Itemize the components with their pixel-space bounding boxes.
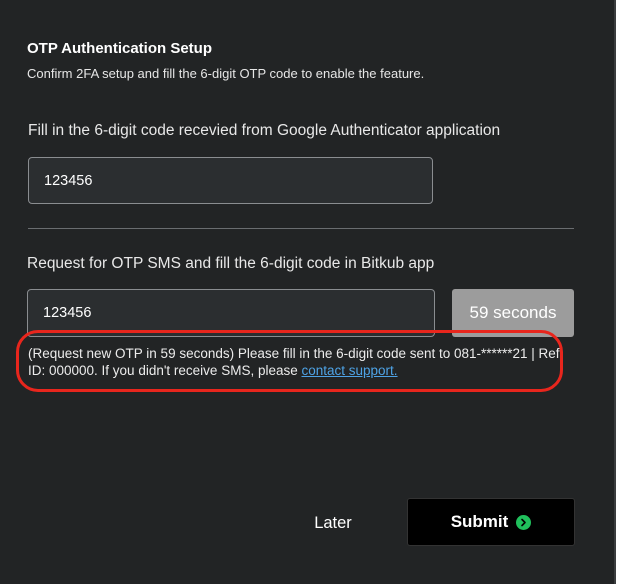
submit-label: Submit bbox=[450, 512, 509, 531]
sms-otp-label: Request for OTP SMS and fill the 6-digit… bbox=[27, 255, 435, 272]
google-auth-code-input[interactable]: 123456 bbox=[28, 157, 433, 204]
google-auth-code-value: 123456 bbox=[44, 172, 93, 189]
later-button[interactable]: Later bbox=[300, 507, 366, 539]
submit-button[interactable]: Submit bbox=[407, 498, 575, 546]
modal-title: OTP Authentication Setup bbox=[27, 40, 213, 57]
modal-subtitle: Confirm 2FA setup and fill the 6-digit O… bbox=[27, 66, 425, 81]
otp-setup-modal: OTP Authentication Setup Confirm 2FA set… bbox=[0, 0, 616, 584]
otp-hint-text: (Request new OTP in 59 seconds) Please f… bbox=[28, 345, 568, 379]
section-divider bbox=[28, 228, 574, 229]
google-auth-label: Fill in the 6-digit code recevied from G… bbox=[28, 122, 501, 139]
sms-otp-code-value: 123456 bbox=[43, 305, 92, 321]
otp-hint-message: (Request new OTP in 59 seconds) Please f… bbox=[28, 346, 560, 378]
arrow-right-circle-icon bbox=[516, 514, 532, 530]
contact-support-link[interactable]: contact support. bbox=[301, 363, 397, 378]
